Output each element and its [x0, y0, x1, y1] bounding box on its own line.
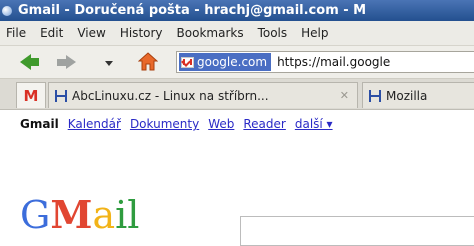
window-title: Gmail - Doručená pošta - hrachj@gmail.co…: [18, 3, 367, 18]
firefox-icon: [2, 5, 12, 16]
more-link[interactable]: další ▾: [295, 117, 333, 131]
forward-arrow-icon[interactable]: [57, 55, 76, 69]
window-title-bar: Gmail - Doručená pošta - hrachj@gmail.co…: [0, 0, 474, 21]
web-link[interactable]: Web: [208, 117, 234, 131]
tab-gmail[interactable]: M: [16, 82, 46, 108]
back-arrow-icon[interactable]: [20, 54, 39, 70]
menu-bookmarks[interactable]: Bookmarks: [177, 26, 244, 40]
url-text[interactable]: https://mail.google: [277, 55, 390, 69]
gmail-logo[interactable]: GMail: [20, 192, 140, 237]
history-dropdown-icon[interactable]: [105, 61, 113, 66]
logo-letter: M: [50, 192, 93, 237]
documents-link[interactable]: Dokumenty: [130, 117, 199, 131]
tab-bar: M AbcLinuxu.cz - Linux na stříbrn... ✕ M…: [0, 79, 474, 110]
calendar-link[interactable]: Kalendář: [68, 117, 121, 131]
menu-help[interactable]: Help: [301, 26, 328, 40]
google-services-bar: Gmail Kalendář Dokumenty Web Reader dalš…: [0, 110, 474, 138]
logo-letter: G: [20, 193, 51, 237]
gmail-icon: M: [23, 86, 39, 105]
mozilla-icon: [369, 89, 381, 102]
site-identity-button[interactable]: google.com: [179, 53, 272, 71]
menu-tools[interactable]: Tools: [258, 26, 288, 40]
gmail-favicon-icon: [181, 56, 194, 68]
gmail-current-link: Gmail: [20, 117, 59, 131]
menu-file[interactable]: File: [6, 26, 26, 40]
logo-letter: il: [115, 193, 140, 237]
menu-history[interactable]: History: [120, 26, 163, 40]
menu-view[interactable]: View: [77, 26, 105, 40]
mail-search-input[interactable]: [240, 216, 474, 246]
home-icon[interactable]: [138, 52, 158, 72]
tab-abclinuxu[interactable]: AbcLinuxu.cz - Linux na stříbrn... ✕: [48, 82, 358, 108]
site-identity-label: google.com: [197, 55, 268, 69]
close-tab-icon[interactable]: ✕: [340, 89, 349, 102]
mozilla-icon: [55, 89, 67, 102]
tab-abclinuxu-label: AbcLinuxu.cz - Linux na stříbrn...: [72, 88, 269, 103]
address-bar[interactable]: google.com https://mail.google: [176, 51, 474, 73]
logo-letter: a: [92, 193, 116, 237]
tab-mozilla[interactable]: Mozilla: [362, 82, 474, 108]
menu-bar: File Edit View History Bookmarks Tools H…: [0, 21, 474, 46]
tab-mozilla-label: Mozilla: [386, 88, 428, 103]
menu-edit[interactable]: Edit: [40, 26, 63, 40]
navigation-toolbar: google.com https://mail.google: [0, 46, 474, 79]
reader-link[interactable]: Reader: [243, 117, 285, 131]
